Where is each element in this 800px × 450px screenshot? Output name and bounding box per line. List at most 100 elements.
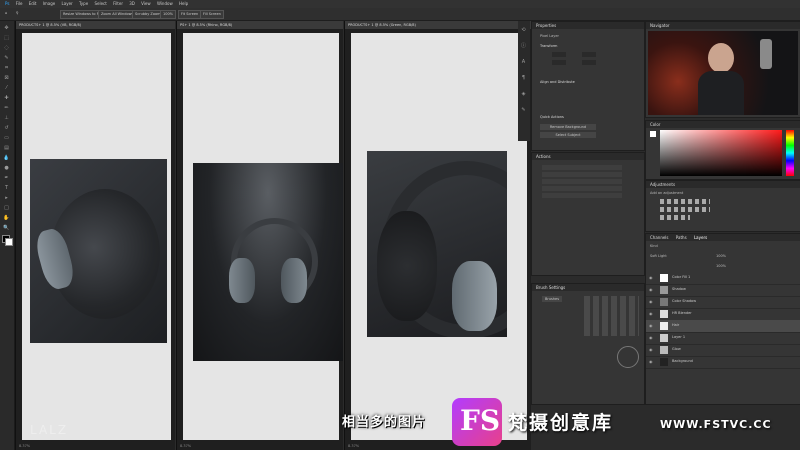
- visibility-eye-icon[interactable]: ◉: [649, 299, 654, 304]
- document-window-1[interactable]: PRODUCTS+ 1 @ 8.5% (VB, RGB/8) 8.37%: [15, 21, 175, 450]
- app-logo[interactable]: Ps: [5, 1, 9, 6]
- menu-filter[interactable]: Filter: [113, 1, 123, 6]
- action-item[interactable]: [542, 179, 622, 184]
- brush-settings-title[interactable]: Brush Settings: [532, 284, 644, 291]
- tab-layers[interactable]: Layers: [694, 235, 707, 240]
- brush-tip-grid[interactable]: [584, 296, 639, 336]
- canvas-2[interactable]: [183, 33, 343, 440]
- zoom-tool-icon[interactable]: 🔍: [3, 225, 10, 231]
- y-field[interactable]: [582, 60, 596, 65]
- action-item[interactable]: [542, 172, 622, 177]
- background-color-swatch[interactable]: [5, 238, 13, 246]
- remove-background-button[interactable]: Remove Background: [540, 124, 596, 130]
- menu-help[interactable]: Help: [179, 1, 188, 6]
- info-icon[interactable]: ⓘ: [520, 43, 527, 49]
- home-icon[interactable]: ⌂: [3, 10, 9, 17]
- action-item[interactable]: [542, 165, 622, 170]
- move-tool-icon[interactable]: ✥: [3, 25, 10, 31]
- document-window-3[interactable]: PRODUCTS+ 1 @ 8.5% (Green, RGB/8) 8.37%: [344, 21, 531, 450]
- document-tab-3[interactable]: PRODUCTS+ 1 @ 8.5% (Green, RGB/8): [345, 21, 531, 29]
- tab-channels[interactable]: Channels: [650, 235, 669, 240]
- dodge-tool-icon[interactable]: ●: [3, 165, 10, 171]
- opacity-field[interactable]: 100%: [716, 254, 726, 258]
- hue-slider[interactable]: [786, 130, 794, 176]
- foreground-swatch[interactable]: [650, 131, 656, 137]
- zoom-icon[interactable]: ⚲: [14, 10, 21, 17]
- canvas-3[interactable]: [351, 33, 527, 440]
- brushes-icon[interactable]: ✎: [520, 107, 527, 113]
- shape-tool-icon[interactable]: □: [3, 205, 10, 211]
- lasso-tool-icon[interactable]: ◌: [3, 45, 10, 51]
- select-subject-button[interactable]: Select Subject: [540, 132, 596, 138]
- healing-icon[interactable]: ✚: [3, 95, 10, 101]
- document-tab-2[interactable]: PS+ 1 @ 8.5% (Rhino, RGB/8): [177, 21, 343, 29]
- stamp-tool-icon[interactable]: ⊥: [3, 115, 10, 121]
- adjustment-icons-row-2[interactable]: [660, 207, 710, 212]
- fit-screen-button[interactable]: Fit Screen: [178, 10, 202, 19]
- blur-tool-icon[interactable]: 💧: [3, 155, 10, 161]
- visibility-eye-icon[interactable]: ◉: [649, 311, 654, 316]
- fill-screen-button[interactable]: Fill Screen: [200, 10, 224, 19]
- adjustment-icons-row-1[interactable]: [660, 199, 710, 204]
- styles-icon[interactable]: ◈: [520, 91, 527, 97]
- fill-field[interactable]: 100%: [716, 264, 726, 268]
- menu-select[interactable]: Select: [94, 1, 106, 6]
- brush-tool-icon[interactable]: ✏: [3, 105, 10, 111]
- x-field[interactable]: [552, 60, 566, 65]
- menu-3d[interactable]: 3D: [129, 1, 135, 6]
- menu-file[interactable]: File: [16, 1, 23, 6]
- menu-view[interactable]: View: [141, 1, 151, 6]
- quick-select-icon[interactable]: ✎: [3, 55, 10, 61]
- menu-type[interactable]: Type: [79, 1, 88, 6]
- document-tab-1[interactable]: PRODUCTS+ 1 @ 8.5% (VB, RGB/8): [16, 21, 175, 29]
- canvas-1[interactable]: [22, 33, 171, 440]
- transform-label: Transform: [540, 44, 558, 48]
- tab-paths[interactable]: Paths: [676, 235, 687, 240]
- action-item[interactable]: [542, 193, 622, 198]
- visibility-eye-icon[interactable]: ◉: [649, 347, 654, 352]
- pen-tool-icon[interactable]: ✒: [3, 175, 10, 181]
- navigator-title[interactable]: Navigator: [646, 22, 800, 29]
- character-icon[interactable]: A: [520, 59, 527, 65]
- actions-title[interactable]: Actions: [532, 153, 644, 160]
- brush-angle-widget[interactable]: [617, 346, 639, 368]
- menu-edit[interactable]: Edit: [29, 1, 37, 6]
- menu-layer[interactable]: Layer: [62, 1, 73, 6]
- layer-row[interactable]: ◉ Background: [646, 356, 800, 369]
- visibility-eye-icon[interactable]: ◉: [649, 287, 654, 292]
- visibility-eye-icon[interactable]: ◉: [649, 323, 654, 328]
- width-field[interactable]: [552, 52, 566, 57]
- type-tool-icon[interactable]: T: [3, 185, 10, 191]
- hand-tool-icon[interactable]: ✋: [3, 215, 10, 221]
- action-item[interactable]: [542, 186, 622, 191]
- zoom-all-checkbox[interactable]: Zoom All Windows: [98, 10, 137, 19]
- menu-image[interactable]: Image: [43, 1, 56, 6]
- frame-tool-icon[interactable]: ⊠: [3, 75, 10, 81]
- menu-window[interactable]: Window: [157, 1, 173, 6]
- eraser-tool-icon[interactable]: ▭: [3, 135, 10, 141]
- visibility-eye-icon[interactable]: ◉: [649, 275, 654, 280]
- brand-url: WWW.FSTVC.CC: [660, 418, 772, 431]
- paragraph-icon[interactable]: ¶: [520, 75, 527, 81]
- visibility-eye-icon[interactable]: ◉: [649, 359, 654, 364]
- layer-filter-kind[interactable]: Kind: [650, 244, 658, 248]
- gradient-tool-icon[interactable]: ▤: [3, 145, 10, 151]
- path-select-icon[interactable]: ▸: [3, 195, 10, 201]
- eyedropper-icon[interactable]: ⁄: [3, 85, 10, 91]
- adjustment-icons-row-3[interactable]: [660, 215, 690, 220]
- adjustments-title[interactable]: Adjustments: [646, 181, 800, 188]
- color-title[interactable]: Color: [646, 121, 800, 128]
- history-brush-icon[interactable]: ↺: [3, 125, 10, 131]
- height-field[interactable]: [582, 52, 596, 57]
- scrubby-zoom-checkbox[interactable]: Scrubby Zoom: [132, 10, 164, 19]
- history-icon[interactable]: ⟲: [520, 27, 527, 33]
- visibility-eye-icon[interactable]: ◉: [649, 335, 654, 340]
- color-field[interactable]: [660, 130, 782, 176]
- document-window-2[interactable]: PS+ 1 @ 8.5% (Rhino, RGB/8) 8.37%: [176, 21, 343, 450]
- properties-title[interactable]: Properties: [532, 22, 644, 29]
- zoom-100-button[interactable]: 100%: [160, 10, 177, 19]
- blend-mode-select[interactable]: Soft Light: [650, 254, 667, 258]
- marquee-tool-icon[interactable]: ⬚: [3, 35, 10, 41]
- brushes-button[interactable]: Brushes: [542, 296, 562, 302]
- crop-tool-icon[interactable]: ⌗: [3, 65, 10, 71]
